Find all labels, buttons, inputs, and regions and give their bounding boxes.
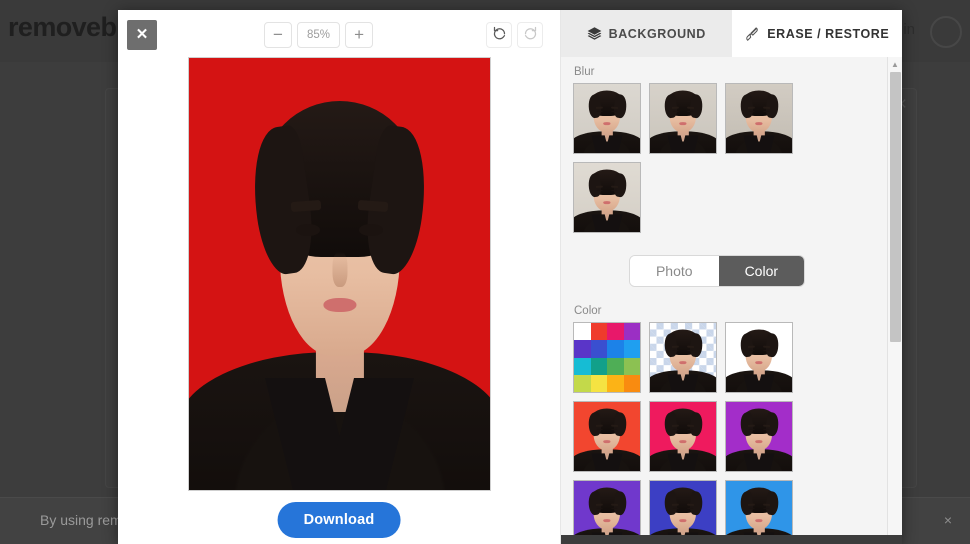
color-swatch-0[interactable] bbox=[574, 323, 591, 341]
scroll-up-icon[interactable]: ▲ bbox=[888, 57, 902, 71]
color-swatch-13[interactable] bbox=[590, 374, 607, 392]
portrait-photo bbox=[189, 58, 490, 490]
color-thumb-white[interactable] bbox=[725, 322, 793, 393]
history-controls bbox=[486, 22, 543, 48]
color-swatch-14[interactable] bbox=[607, 374, 624, 392]
color-thumb-pink[interactable] bbox=[649, 401, 717, 472]
photo-color-toggle: Photo Color bbox=[628, 255, 806, 287]
site-logo[interactable]: removeb bbox=[8, 12, 117, 43]
blur-thumb-3[interactable] bbox=[725, 83, 793, 154]
editor-modal: ✕ − 85% + Download BACKGROUND ERASE / RE… bbox=[118, 10, 902, 544]
zoom-controls: − 85% + bbox=[264, 22, 374, 48]
tab-background-label: BACKGROUND bbox=[608, 26, 706, 41]
color-section-label: Color bbox=[574, 305, 602, 317]
color-swatch-15[interactable] bbox=[623, 374, 640, 392]
color-swatch-1[interactable] bbox=[590, 323, 607, 341]
color-swatch-10[interactable] bbox=[607, 357, 624, 375]
download-button[interactable]: Download bbox=[277, 502, 401, 538]
color-swatch-12[interactable] bbox=[574, 374, 591, 392]
portrait-lips bbox=[322, 297, 357, 313]
panel-scrollbar[interactable]: ▲ ▼ bbox=[887, 57, 902, 544]
blur-thumb-2[interactable] bbox=[649, 83, 717, 154]
mode-toggle-row: Photo Color bbox=[573, 255, 861, 287]
redo-button[interactable] bbox=[517, 22, 543, 48]
toggle-photo[interactable]: Photo bbox=[629, 256, 719, 286]
side-panel: BACKGROUND ERASE / RESTORE Blur Photo Co… bbox=[560, 10, 902, 544]
color-swatch-9[interactable] bbox=[590, 357, 607, 375]
color-thumb-transparent[interactable] bbox=[649, 322, 717, 393]
color-swatch-2[interactable] bbox=[607, 323, 624, 341]
undo-icon bbox=[492, 25, 507, 45]
image-canvas[interactable] bbox=[188, 57, 491, 491]
zoom-out-button[interactable]: − bbox=[264, 22, 292, 48]
portrait-eyebrow-right bbox=[357, 199, 388, 212]
color-swatch-11[interactable] bbox=[623, 357, 640, 375]
blur-section-label: Blur bbox=[574, 66, 595, 78]
color-swatch-3[interactable] bbox=[623, 323, 640, 341]
portrait-nose bbox=[331, 252, 348, 287]
scrollbar-thumb[interactable] bbox=[890, 72, 901, 342]
tab-erase-restore-label: ERASE / RESTORE bbox=[767, 26, 890, 41]
panel-tabs: BACKGROUND ERASE / RESTORE bbox=[561, 10, 902, 57]
color-swatch-palette bbox=[574, 323, 640, 392]
panel-footer-strip bbox=[561, 535, 902, 544]
brush-icon bbox=[744, 26, 760, 42]
undo-button[interactable] bbox=[486, 22, 512, 48]
zoom-in-button[interactable]: + bbox=[345, 22, 374, 48]
blur-thumb-4[interactable] bbox=[573, 162, 641, 233]
redo-icon bbox=[523, 25, 538, 45]
editor-pane: ✕ − 85% + Download bbox=[118, 10, 560, 544]
cookie-notice-text: By using rem bbox=[40, 512, 122, 528]
color-swatch-6[interactable] bbox=[607, 340, 624, 358]
layers-icon bbox=[587, 26, 602, 41]
color-swatch-7[interactable] bbox=[623, 340, 640, 358]
portrait-eye-left bbox=[295, 224, 320, 236]
zoom-level-value: 85% bbox=[297, 22, 341, 48]
color-thumbnail-grid bbox=[573, 322, 861, 544]
cookie-notice-close-icon[interactable]: × bbox=[944, 512, 952, 528]
blur-thumbnail-grid bbox=[573, 83, 861, 233]
portrait-eyebrow-left bbox=[291, 199, 322, 212]
color-swatch-4[interactable] bbox=[574, 340, 591, 358]
panel-body: Blur Photo Color Color bbox=[561, 57, 902, 544]
color-swatch-5[interactable] bbox=[590, 340, 607, 358]
color-picker-tile[interactable] bbox=[573, 322, 641, 393]
tab-erase-restore[interactable]: ERASE / RESTORE bbox=[731, 10, 902, 57]
blur-thumb-1[interactable] bbox=[573, 83, 641, 154]
color-thumb-red[interactable] bbox=[573, 401, 641, 472]
color-swatch-8[interactable] bbox=[574, 357, 591, 375]
close-button[interactable]: ✕ bbox=[127, 20, 157, 50]
tab-background[interactable]: BACKGROUND bbox=[561, 10, 732, 57]
color-thumb-purple[interactable] bbox=[725, 401, 793, 472]
portrait-eye-right bbox=[359, 224, 384, 236]
user-avatar-icon[interactable] bbox=[930, 16, 962, 48]
toggle-color[interactable]: Color bbox=[718, 256, 805, 286]
